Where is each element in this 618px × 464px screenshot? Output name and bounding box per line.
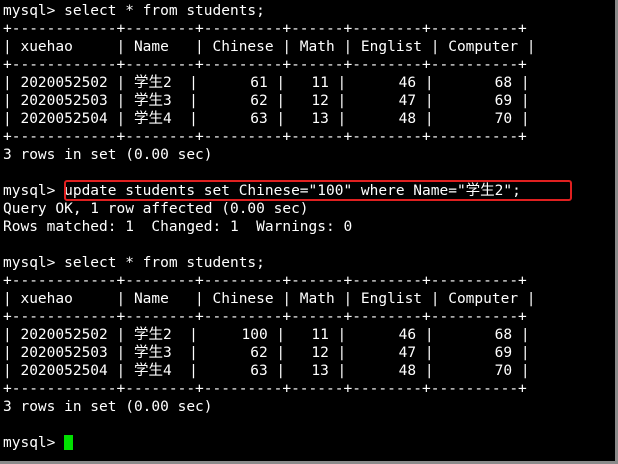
result-summary-1: 3 rows in set (0.00 sec) (3, 147, 213, 163)
table-row: | 2020052502 | 学生2 | 100 | 11 | 46 | 68 … (3, 327, 530, 343)
terminal-window[interactable]: mysql> select * from students; +--------… (0, 0, 618, 464)
update-command-highlight (64, 180, 572, 201)
table-row: | 2020052503 | 学生3 | 62 | 12 | 47 | 69 | (3, 345, 530, 361)
prompt-label: mysql> (3, 435, 65, 451)
table-header-row-2: | xuehao | Name | Chinese | Math | Engli… (3, 291, 536, 307)
table-row: | 2020052504 | 学生4 | 63 | 13 | 48 | 70 | (3, 111, 530, 127)
terminal-cursor (64, 435, 74, 450)
table-border-bottom-1: +------------+--------+---------+------+… (3, 129, 527, 145)
terminal-line-prompt-select-2: mysql> select * from students; (3, 255, 265, 271)
table-border-top-2: +------------+--------+---------+------+… (3, 273, 527, 289)
table-header-row-1: | xuehao | Name | Chinese | Math | Engli… (3, 39, 536, 55)
table-row: | 2020052502 | 学生2 | 61 | 11 | 46 | 68 | (3, 75, 530, 91)
table-border-top-1: +------------+--------+---------+------+… (3, 21, 527, 37)
table-row: | 2020052503 | 学生3 | 62 | 12 | 47 | 69 | (3, 93, 530, 109)
table-border-bottom-2: +------------+--------+---------+------+… (3, 381, 527, 397)
table-border-header-1: +------------+--------+---------+------+… (3, 57, 527, 73)
table-border-header-2: +------------+--------+---------+------+… (3, 309, 527, 325)
table-row: | 2020052504 | 学生4 | 63 | 13 | 48 | 70 | (3, 363, 530, 379)
result-summary-2: 3 rows in set (0.00 sec) (3, 399, 213, 415)
terminal-line-prompt-select-1: mysql> select * from students; (3, 3, 265, 19)
terminal-input-line[interactable]: mysql> (3, 434, 74, 452)
rows-matched-message: Rows matched: 1 Changed: 1 Warnings: 0 (3, 219, 353, 235)
query-ok-message: Query OK, 1 row affected (0.00 sec) (3, 201, 309, 217)
